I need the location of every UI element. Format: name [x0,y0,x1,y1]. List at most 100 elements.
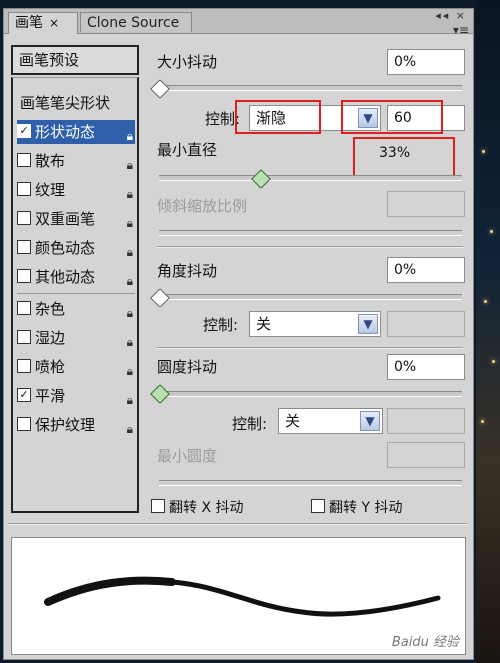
scattering-checkbox[interactable] [17,152,31,167]
roundness-jitter-slider[interactable] [159,391,462,397]
flip-y-label: 翻转 Y 抖动 [329,500,403,516]
flip-y-checkbox[interactable] [311,499,325,513]
other-dynamics-checkbox[interactable] [17,268,31,283]
smoothing-checkbox[interactable]: ✓ [17,387,31,402]
section-divider [157,246,463,248]
list-item-label: 保护纹理 [35,416,96,434]
angle-jitter-slider-thumb[interactable] [150,288,170,308]
close-icon[interactable]: × [49,16,59,30]
brush-tip-shape-item[interactable]: 画笔笔尖形状 [20,92,110,113]
brush-options-list: 画笔笔尖形状 ✓ 形状动态 🔒︎ 散布 🔒︎ 纹理 🔒︎ 双重画笔 🔒︎ 颜色动态… [11,77,139,513]
list-item-label: 喷枪 [35,358,66,376]
list-item-airbrush[interactable]: 喷枪 🔒︎ [17,355,135,379]
angle-jitter-slider[interactable] [159,294,462,300]
angle-jitter-label: 角度抖动 [157,262,218,280]
shape-dynamics-checkbox[interactable]: ✓ [17,123,31,138]
list-item-shape-dynamics[interactable]: ✓ 形状动态 🔒︎ [17,120,135,144]
color-dynamics-checkbox[interactable] [17,239,31,254]
lock-icon[interactable]: 🔒︎ [127,269,133,293]
brushes-panel: 画笔 × Clone Source ◂◂ × ▾≡ 画笔预设 画笔笔尖形状 ✓ 形状… [3,8,474,660]
list-item-label: 散布 [35,152,66,170]
min-diameter-input[interactable]: 33% [373,141,443,167]
brush-presets-button[interactable]: 画笔预设 [11,45,139,75]
watermark: Baidu 经验 [391,635,459,650]
tab-clone-source[interactable]: Clone Source [80,12,192,32]
size-jitter-input[interactable]: 0% [387,49,465,75]
flip-x-label: 翻转 X 抖动 [169,500,244,516]
texture-checkbox[interactable] [17,181,31,196]
list-item-other-dynamics[interactable]: 其他动态 🔒︎ [17,265,135,289]
flip-y-jitter-option[interactable]: 翻转 Y 抖动 [311,497,402,517]
list-item-texture[interactable]: 纹理 🔒︎ [17,178,135,202]
background-photo-strip [476,0,500,663]
tab-brushes-label: 画笔 [15,15,43,31]
lock-icon[interactable]: 🔒︎ [127,388,133,412]
chevron-down-icon[interactable]: ▼ [358,314,378,334]
protect-texture-checkbox[interactable] [17,416,31,431]
control-label: 控制: [203,316,239,334]
list-item-label: 平滑 [35,387,66,405]
section-divider [157,347,463,349]
brush-stroke-preview: Baidu 经验 [11,537,466,655]
list-item-label: 双重画笔 [35,210,96,228]
noise-checkbox[interactable] [17,300,31,315]
min-diameter-slider[interactable] [159,175,462,181]
lock-icon[interactable]: 🔒︎ [127,124,133,148]
list-divider [17,293,135,294]
size-jitter-slider-thumb[interactable] [150,79,170,99]
min-roundness-label: 最小圆度 [157,447,218,465]
tilt-scale-label: 倾斜缩放比例 [157,197,248,215]
min-diameter-slider-thumb[interactable] [251,169,271,189]
lock-icon[interactable]: 🔒︎ [127,240,133,264]
tilt-scale-slider [159,230,462,236]
list-item-color-dynamics[interactable]: 颜色动态 🔒︎ [17,236,135,260]
control-select-roundness[interactable]: 关 ▼ [278,408,383,434]
size-jitter-slider[interactable] [159,85,462,91]
list-item-label: 颜色动态 [35,239,96,257]
lock-icon[interactable]: 🔒︎ [127,330,133,354]
section-divider [8,523,467,525]
tab-brushes[interactable]: 画笔 × [8,12,78,34]
dual-brush-checkbox[interactable] [17,210,31,225]
flip-x-checkbox[interactable] [151,499,165,513]
list-item-smoothing[interactable]: ✓ 平滑 🔒︎ [17,384,135,408]
highlight-control-box [235,100,321,134]
list-item-label: 杂色 [35,300,66,318]
lock-icon[interactable]: 🔒︎ [127,182,133,206]
roundness-jitter-label: 圆度抖动 [157,358,218,376]
roundness-jitter-slider-thumb[interactable] [150,384,170,404]
airbrush-checkbox[interactable] [17,358,31,373]
min-roundness-slider [159,480,462,486]
lock-icon[interactable]: 🔒︎ [127,153,133,177]
collapse-icon[interactable]: ◂◂ × [435,9,467,22]
list-item-label: 形状动态 [35,123,96,141]
angle-jitter-input[interactable]: 0% [387,257,465,283]
lock-icon[interactable]: 🔒︎ [127,359,133,383]
roundness-jitter-input[interactable]: 0% [387,354,465,380]
min-roundness-input [387,442,465,468]
list-item-label: 湿边 [35,329,66,347]
size-jitter-label: 大小抖动 [157,53,218,71]
control-select-value: 关 [285,412,301,430]
lock-icon[interactable]: 🔒︎ [127,417,133,441]
panel-menu-icon[interactable]: ▾≡ [453,23,469,37]
lock-icon[interactable]: 🔒︎ [127,301,133,325]
control-label: 控制: [232,415,268,433]
lock-icon[interactable]: 🔒︎ [127,211,133,235]
chevron-down-icon[interactable]: ▼ [360,411,380,431]
list-item-noise[interactable]: 杂色 🔒︎ [17,297,135,321]
highlight-dropdown-steps-box [341,100,443,134]
list-item-scattering[interactable]: 散布 🔒︎ [17,149,135,173]
list-item-label: 其他动态 [35,268,96,286]
flip-x-jitter-option[interactable]: 翻转 X 抖动 [151,497,244,517]
tilt-scale-input [387,191,465,217]
tab-bar: 画笔 × Clone Source ◂◂ × [4,9,473,34]
angle-control-field [387,311,465,337]
control-select-angle[interactable]: 关 ▼ [249,311,381,337]
wet-edges-checkbox[interactable] [17,329,31,344]
list-item-wet-edges[interactable]: 湿边 🔒︎ [17,326,135,350]
list-item-dual-brush[interactable]: 双重画笔 🔒︎ [17,207,135,231]
roundness-control-field [387,408,465,434]
list-item-protect-texture[interactable]: 保护纹理 🔒︎ [17,413,135,437]
list-item-label: 纹理 [35,181,66,199]
